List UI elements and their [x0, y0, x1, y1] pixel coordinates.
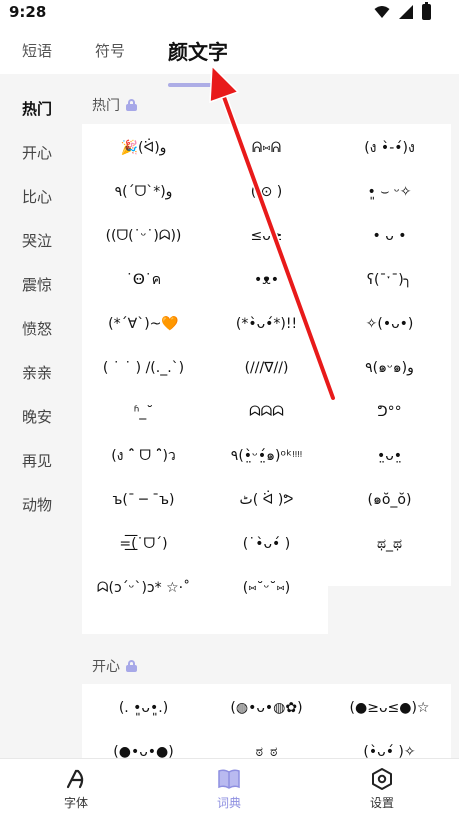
kaomoji-item[interactable]: ( ˙ ˙ ) /(._.`) — [82, 346, 205, 390]
kaomoji-item[interactable]: (ง ˆ̑ ᗜ ˆ̑)ว — [82, 434, 205, 478]
status-time: 9:28 — [9, 3, 47, 21]
settings-icon — [342, 767, 422, 791]
kaomoji-item[interactable]: •͈ ⌣ ᵕ✧ — [328, 170, 451, 214]
kaomoji-item[interactable]: (///∇//) — [205, 346, 328, 390]
tab-phrases[interactable]: 短语 — [22, 40, 52, 61]
kaomoji-item[interactable]: ٩(´ᗜ`*)و — [82, 170, 205, 214]
kaomoji-item[interactable]: =͟͟͞͞(˙ᗜ´) — [82, 522, 205, 566]
kaomoji-item[interactable]: (˙•̀ᴗ•́ ) — [205, 522, 328, 566]
kaomoji-item[interactable]: (•̀ᴗ•́ )✧ — [328, 730, 451, 758]
tab-kaomoji[interactable]: 颜文字 — [168, 36, 228, 65]
sidebar-item-cry[interactable]: 哭泣 — [22, 230, 52, 251]
kaomoji-item[interactable]: (●≥ᴗ≤●)☆ — [328, 686, 451, 730]
kaomoji-item[interactable]: • ᴗ • — [328, 214, 451, 258]
bottom-nav-label: 字体 — [63, 796, 88, 810]
kaomoji-item[interactable]: ((ᗜ(˙ᵕ˙)ᗣ)) — [82, 214, 205, 258]
bottom-nav-font[interactable]: 字体 — [36, 767, 116, 811]
signal-icon — [399, 5, 413, 19]
kaomoji-item[interactable]: ˙Ꙫ˙ค — [82, 258, 205, 302]
section-title: 开心 — [92, 659, 120, 675]
kaomoji-grid-happy: (. •͈ᴗ•͈.) (◍•ᴗ•◍✿) (●≥ᴗ≤●)☆ (●•ᴗ•●) ಠ_ಠ (•̀ᴗ… — [82, 684, 451, 758]
kaomoji-item[interactable]: 🎉(ᐛ)و — [82, 126, 205, 170]
kaomoji-item[interactable]: ٩(•̤̀ᵕ•̤́๑)ᵒᵏᵎᵎᵎᵎ — [205, 434, 328, 478]
kaomoji-item[interactable]: ( ⊙ ) — [205, 170, 328, 214]
book-icon — [189, 767, 269, 791]
kaomoji-item[interactable]: ᕤ°° — [328, 390, 451, 434]
wifi-icon — [374, 6, 390, 18]
kaomoji-item[interactable]: ٩(๑ᵕ๑)و — [328, 346, 451, 390]
bottom-nav-label: 词典 — [216, 796, 241, 810]
kaomoji-item[interactable]: (◍•ᴗ•◍✿) — [205, 686, 328, 730]
sidebar-item-shock[interactable]: 震惊 — [22, 274, 52, 295]
kaomoji-item[interactable]: ᗣ(ɔ´ᵕ`)ɔ* ☆·˚ — [82, 566, 205, 610]
bottom-nav: 字体 词典 设置 — [0, 758, 459, 816]
bottom-nav-dictionary[interactable]: 词典 — [189, 767, 269, 811]
kaomoji-item[interactable]: (. •͈ᴗ•͈.) — [82, 686, 205, 730]
sidebar-item-goodnight[interactable]: 晚安 — [22, 406, 52, 427]
kaomoji-item[interactable]: ≤ᴗ≥ — [205, 214, 328, 258]
battery-icon — [422, 2, 431, 20]
kaomoji-item[interactable]: ᕱ⑅ᕱ — [205, 126, 328, 170]
kaomoji-item[interactable]: •ᴥ• — [205, 258, 328, 302]
kaomoji-item[interactable]: (๑ŏ_ŏ) — [328, 478, 451, 522]
kaomoji-item[interactable]: ಥ_ಥ — [328, 522, 451, 566]
kaomoji-item[interactable]: ʕ(¯ˑ¯)╮ — [328, 258, 451, 302]
section-header-hot: 热门 — [92, 95, 137, 115]
kaomoji-item[interactable]: (●•ᴗ•●) — [82, 730, 205, 758]
tab-symbols[interactable]: 符号 — [95, 40, 125, 61]
kaomoji-content[interactable]: 热门 🎉(ᐛ)و ᕱ⑅ᕱ (ง •̀-•́)ง ٩(´ᗜ`*)و( ⊙ ) •͈ ⌣ ᵕ… — [80, 74, 459, 758]
kaomoji-grid-hot: 🎉(ᐛ)و ᕱ⑅ᕱ (ง •̀-•́)ง ٩(´ᗜ`*)و( ⊙ ) •͈ ⌣ ᵕ✧ ((… — [82, 124, 451, 634]
kaomoji-item[interactable]: ಠ_ಠ — [205, 730, 328, 758]
kaomoji-item[interactable]: ъ(¯ ─ ¯ъ) — [82, 478, 205, 522]
kaomoji-item[interactable]: ᗣᗣᗣ — [205, 390, 328, 434]
kaomoji-item[interactable]: (⑅˘ᵕ˘⑅) — [205, 566, 328, 610]
bottom-nav-label: 设置 — [369, 796, 394, 810]
lock-icon — [126, 99, 137, 111]
sidebar-item-angry[interactable]: 愤怒 — [22, 318, 52, 339]
section-title: 热门 — [92, 98, 120, 114]
top-tab-bar: 短语 符号 颜文字 — [0, 26, 459, 87]
sidebar-item-heart[interactable]: 比心 — [22, 186, 52, 207]
kaomoji-item[interactable]: ٹ( ᐛ )ᕗ — [205, 478, 328, 522]
lock-icon — [126, 660, 137, 672]
sidebar-item-bye[interactable]: 再见 — [22, 450, 52, 471]
kaomoji-item[interactable]: (*•̀ᴗ•́*)!! — [205, 302, 328, 346]
sidebar-item-happy[interactable]: 开心 — [22, 142, 52, 163]
sidebar-item-kiss[interactable]: 亲亲 — [22, 362, 52, 383]
category-sidebar: 热门 开心 比心 哭泣 震惊 愤怒 亲亲 晚安 再见 动物 — [0, 74, 80, 758]
kaomoji-item[interactable]: (*´∀`)~🧡 — [82, 302, 205, 346]
section-header-happy: 开心 — [92, 656, 137, 676]
kaomoji-item[interactable]: (ง •̀-•́)ง — [328, 126, 451, 170]
status-bar: 9:28 — [0, 0, 459, 26]
sidebar-item-animal[interactable]: 动物 — [22, 494, 52, 515]
font-icon — [36, 767, 116, 791]
kaomoji-item[interactable]: •̤ᴗ•̤ — [328, 434, 451, 478]
status-icons — [374, 2, 431, 20]
kaomoji-item[interactable]: ʱ_˘ — [82, 390, 205, 434]
sidebar-item-hot[interactable]: 热门 — [22, 98, 52, 119]
kaomoji-item[interactable]: ✧(•ᴗ•) — [328, 302, 451, 346]
bottom-nav-settings[interactable]: 设置 — [342, 767, 422, 811]
